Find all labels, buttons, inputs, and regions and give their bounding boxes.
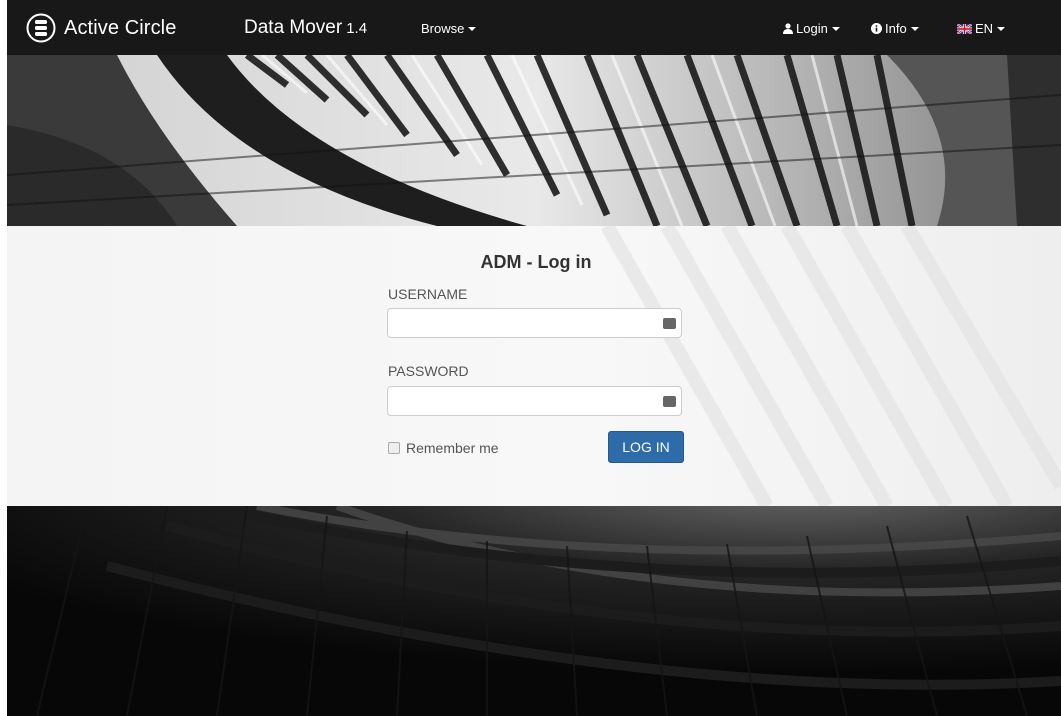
password-label: PASSWORD <box>388 363 469 379</box>
brand-name: Active Circle <box>64 16 177 39</box>
chevron-down-icon <box>468 27 477 31</box>
info-label: Info <box>885 21 907 36</box>
product-name: Data Mover <box>244 17 343 38</box>
password-input[interactable] <box>387 386 682 416</box>
chevron-down-icon <box>997 27 1006 31</box>
key-icon <box>663 396 676 407</box>
remember-me-checkbox[interactable] <box>388 442 400 454</box>
remember-me-control[interactable]: Remember me <box>388 440 499 456</box>
remember-me-label: Remember me <box>406 440 499 456</box>
login-title: ADM - Log in <box>480 252 592 272</box>
user-icon <box>783 23 793 34</box>
page-frame: Active Circle Data Mover 1.4 Browse Login… <box>7 0 1061 716</box>
login-label: Login <box>796 21 828 36</box>
info-circle-icon <box>871 23 882 34</box>
chevron-down-icon <box>910 27 919 31</box>
login-panel: ADM - Log in USERNAME PASSWORD Remember … <box>7 226 1061 506</box>
uk-flag-icon <box>957 23 972 34</box>
product-version: 1.4 <box>346 20 368 37</box>
username-input[interactable] <box>387 308 682 338</box>
chevron-down-icon <box>831 27 840 31</box>
database-circle-icon <box>26 13 56 43</box>
language-label: EN <box>975 21 994 36</box>
info-menu[interactable]: Info <box>871 21 919 36</box>
top-navbar: Active Circle Data Mover 1.4 Browse Login… <box>7 0 1061 55</box>
footer-background-image <box>7 506 1061 716</box>
login-button[interactable]: LOG IN <box>608 431 684 463</box>
login-menu[interactable]: Login <box>783 21 840 36</box>
browse-label: Browse <box>421 21 465 36</box>
username-label: USERNAME <box>388 286 468 302</box>
hero-background-image <box>7 55 1061 226</box>
key-icon <box>663 318 676 329</box>
brand-link[interactable]: Active Circle <box>26 12 176 44</box>
language-menu[interactable]: EN <box>957 21 1006 36</box>
browse-menu[interactable]: Browse <box>421 21 477 36</box>
product-title: Data Mover 1.4 <box>244 17 367 39</box>
